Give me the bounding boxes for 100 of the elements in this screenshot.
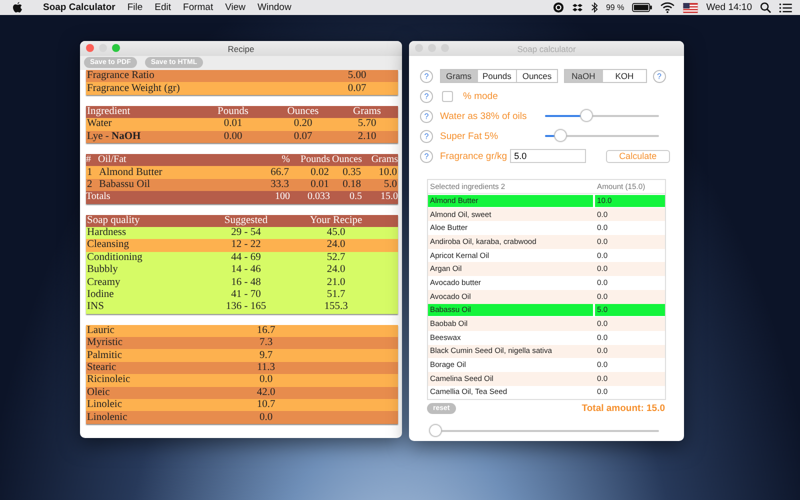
table-cell: 15.0 — [362, 191, 398, 204]
table-cell: 5.00 — [316, 70, 398, 82]
table-cell: 0.02 — [290, 166, 330, 179]
table-cell: Cleansing — [86, 239, 198, 252]
table-cell: Stearic — [86, 362, 216, 374]
checkbox[interactable] — [442, 90, 453, 102]
menu-item[interactable]: View — [225, 2, 246, 13]
battery-icon[interactable] — [632, 3, 652, 12]
table-cell: 7.3 — [216, 337, 316, 350]
table-cell: Lye - NaOH — [86, 130, 196, 143]
table-cell: 0.07 — [316, 82, 398, 95]
table-cell: 45.0 — [294, 226, 378, 240]
table-cell: 0.20 — [270, 118, 336, 131]
menu-item[interactable]: File — [127, 2, 143, 13]
column-header: Your Recipe — [294, 214, 378, 227]
table-cell: 0.0 — [216, 411, 316, 424]
table-cell: Conditioning — [86, 252, 198, 264]
table-cell: 9.7 — [216, 349, 316, 362]
list-icon[interactable] — [779, 2, 792, 12]
window-title: Recipe — [228, 44, 254, 54]
help-button[interactable]: ? — [420, 150, 433, 162]
table-cell: 2.10 — [336, 130, 398, 143]
bluetooth-icon[interactable] — [590, 2, 598, 13]
column-header: Oil/Fat — [98, 154, 230, 166]
table-cell: Iodine — [86, 288, 198, 302]
table-cell: 14 - 46 — [198, 264, 294, 276]
column-header: Grams — [362, 154, 398, 166]
table-cell: Linolenic — [86, 411, 216, 424]
segment-button[interactable]: Grams — [441, 70, 476, 82]
column-header: Ounces — [270, 106, 336, 118]
column-header: Ounces — [330, 154, 362, 166]
table-cell: 51.7 — [294, 288, 378, 302]
clock: Wed 14:10 — [706, 2, 752, 13]
table-cell: 0.18 — [330, 178, 362, 192]
fragrance-field[interactable]: 5.0 — [510, 149, 586, 163]
table-cell: 44 - 69 — [198, 252, 294, 264]
slider-label: Super Fat 5% — [440, 130, 500, 142]
column-header: Suggested — [198, 214, 294, 227]
table-cell: 0.01 — [290, 178, 330, 192]
table-cell: 0.0 — [216, 374, 316, 387]
apple-icon[interactable] — [13, 2, 22, 13]
column-header: Grams — [336, 106, 398, 118]
chat-icon[interactable] — [552, 2, 564, 13]
table-cell: INS — [86, 301, 198, 314]
table-cell: Creamy — [86, 276, 198, 289]
help-button[interactable]: ? — [420, 90, 433, 102]
table-cell: 24.0 — [294, 239, 378, 252]
table-cell: 10.0 — [362, 166, 398, 179]
flag-icon[interactable] — [683, 2, 698, 12]
app-menu[interactable]: Soap Calculator — [43, 2, 116, 13]
help-button[interactable]: ? — [420, 130, 433, 142]
window-title: Soap calculator — [517, 44, 576, 54]
box-icon[interactable] — [572, 2, 583, 12]
table-cell: Almond Butter — [98, 166, 230, 179]
column-header: Ingredient — [86, 106, 196, 118]
slider-label: Water as 38% of oils — [440, 110, 528, 122]
field-label: Fragrance gr/kg — [440, 150, 508, 162]
table-cell: 100 — [230, 191, 290, 204]
table-cell: Myristic — [86, 337, 216, 350]
help-button[interactable]: ? — [420, 110, 433, 122]
table-cell: 136 - 165 — [198, 301, 294, 314]
table-cell: 11.3 — [216, 362, 316, 374]
table-cell: Babassu Oil — [98, 178, 230, 192]
search-icon[interactable] — [760, 2, 771, 13]
table-cell: 29 - 54 — [198, 226, 294, 240]
table-cell: Totals — [86, 191, 230, 204]
close-button[interactable] — [86, 44, 94, 52]
column-header: # — [86, 154, 98, 166]
help-button[interactable]: ? — [420, 70, 433, 82]
column-header: % — [230, 154, 290, 166]
table-cell: 12 - 22 — [198, 239, 294, 252]
table-cell: Lauric — [86, 324, 216, 338]
table-cell: 16 - 48 — [198, 276, 294, 289]
slider-handle[interactable] — [430, 425, 441, 436]
table-cell: 5.70 — [336, 118, 398, 131]
slider-handle[interactable] — [554, 130, 566, 141]
segment-button[interactable]: NaOH — [564, 70, 602, 82]
help-button[interactable]: ? — [652, 70, 666, 82]
table-cell: 0.35 — [330, 166, 362, 179]
zoom-button[interactable] — [112, 44, 120, 52]
table-cell: 33.3 — [230, 178, 290, 192]
slider-handle[interactable] — [581, 110, 592, 121]
table-cell: 16.7 — [216, 324, 316, 338]
table-cell: 0.5 — [330, 191, 362, 204]
table-cell: 2 — [86, 178, 98, 192]
menu-item[interactable]: Format — [183, 2, 214, 13]
table-cell: 1 — [86, 166, 98, 179]
menu-item[interactable]: Edit — [154, 2, 172, 13]
column-header: Pounds — [196, 106, 270, 118]
table-cell: 41 - 70 — [198, 288, 294, 302]
menu-item[interactable]: Window — [258, 2, 292, 13]
wifi-icon[interactable] — [660, 2, 676, 13]
table-cell: 42.0 — [216, 386, 316, 399]
table-cell: 155.3 — [294, 301, 378, 314]
table-cell: Palmitic — [86, 349, 216, 362]
column-header: Soap quality — [86, 214, 198, 227]
table-cell: Ricinoleic — [86, 374, 216, 387]
table-cell: 24.0 — [294, 264, 378, 276]
table-cell: Bubbly — [86, 264, 198, 276]
table-cell: Oleic — [86, 386, 216, 399]
